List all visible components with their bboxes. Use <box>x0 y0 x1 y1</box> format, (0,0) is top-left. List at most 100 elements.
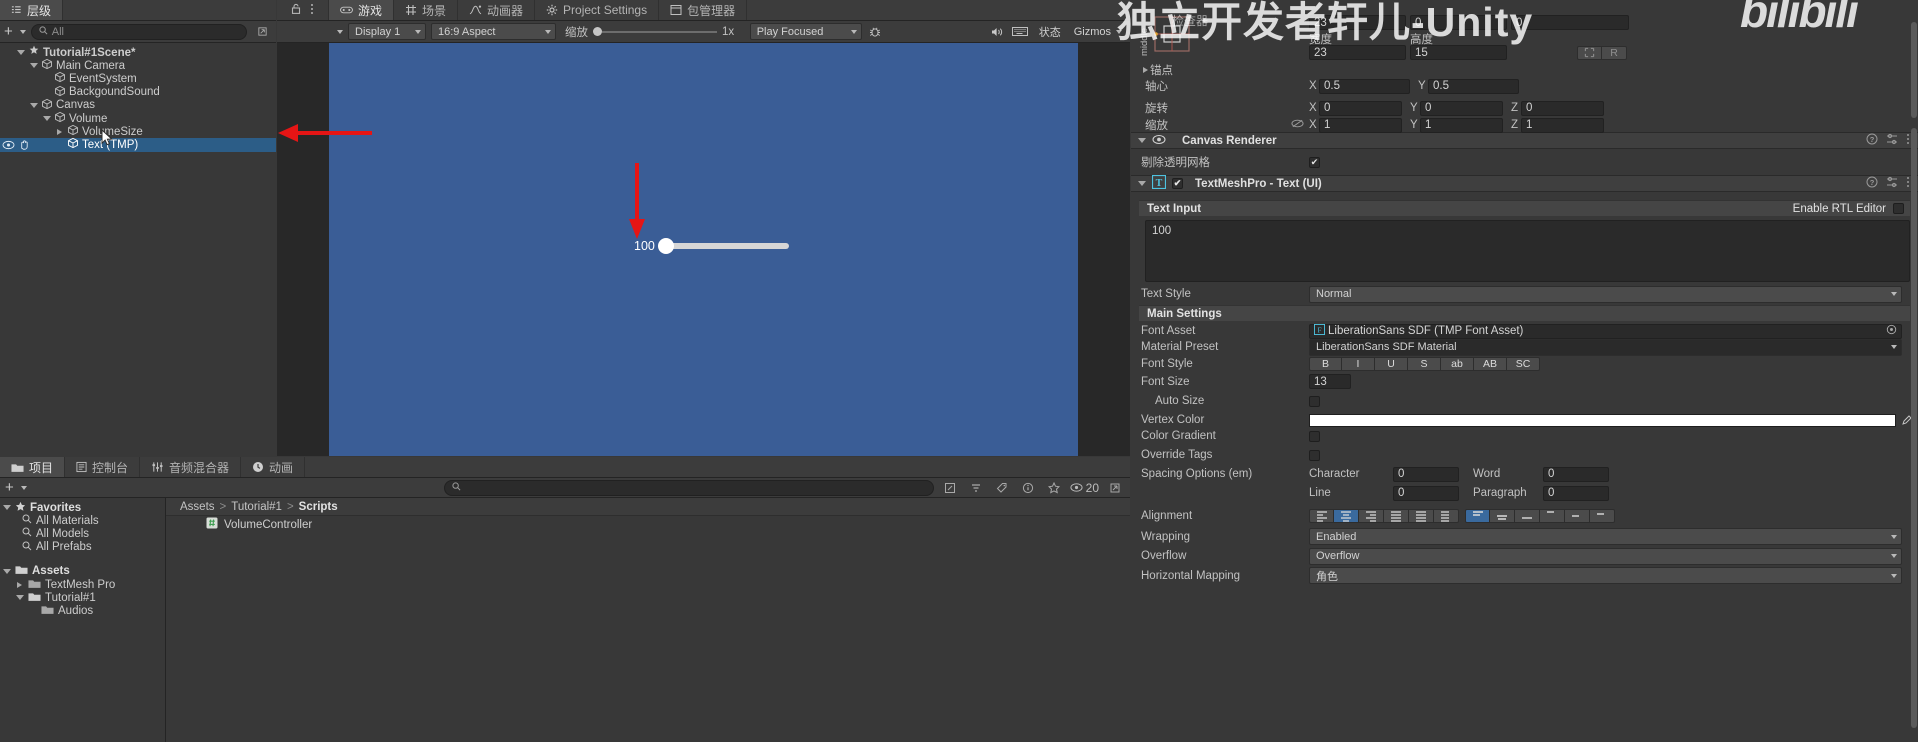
view-menu-icon[interactable] <box>310 3 314 18</box>
asset-folder-textmesh-pro[interactable]: TextMesh Pro <box>0 578 165 591</box>
alignment-h-align-right-button[interactable] <box>1359 509 1384 523</box>
tab--[interactable]: 项目 <box>0 457 66 477</box>
favorite-item-all-models[interactable]: All Models <box>0 527 165 540</box>
object-picker-icon[interactable] <box>1886 324 1897 338</box>
asset-folder-assets[interactable]: Assets <box>0 565 165 578</box>
hierarchy-item-volume[interactable]: Volume <box>0 111 276 125</box>
play-mode-dropdown[interactable]: Play Focused <box>749 23 862 40</box>
raw-edit-button[interactable]: R <box>1602 45 1627 60</box>
pos-z-field[interactable]: 0 <box>1511 15 1629 30</box>
project-overflow-icon[interactable] <box>1105 479 1125 496</box>
hierarchy-item-tutorial-1scene[interactable]: Tutorial#1Scene* <box>0 45 276 59</box>
font-style-s-button[interactable]: S <box>1408 357 1441 371</box>
favorites-header[interactable]: Favorites <box>0 501 165 514</box>
aspect-dropdown[interactable]: 16:9 Aspect <box>431 23 556 40</box>
hierarchy-item-backgoundsound[interactable]: BackgoundSound <box>0 85 276 99</box>
pivot-x-field[interactable]: 0.5 <box>1319 78 1410 94</box>
asset-folder-audios[interactable]: Audios <box>0 604 165 617</box>
scale-x-field[interactable]: 1 <box>1319 117 1402 133</box>
label-filter-icon[interactable] <box>991 479 1012 496</box>
mute-audio-icon[interactable] <box>986 23 1007 40</box>
font-style-b-button[interactable]: B <box>1309 357 1342 371</box>
stats-button[interactable]: 状态 <box>1032 23 1065 40</box>
crumb-2[interactable]: Scripts <box>299 501 338 513</box>
crumb-0[interactable]: Assets <box>180 501 215 513</box>
tab-project-settings[interactable]: Project Settings <box>535 0 660 20</box>
alignment-v-align-midline-button[interactable] <box>1565 509 1590 523</box>
cull-transparent-mesh-checkbox[interactable] <box>1309 156 1320 168</box>
help-icon[interactable]: ? <box>1866 176 1878 191</box>
paragraph-spacing-field[interactable]: 0 <box>1543 485 1609 501</box>
component-menu-icon[interactable] <box>1906 133 1910 148</box>
tab--[interactable]: 动画器 <box>458 0 536 20</box>
hierarchy-search-input[interactable]: All <box>30 23 247 40</box>
material-preset-dropdown[interactable]: LiberationSans SDF Material <box>1309 338 1902 356</box>
component-header-textmeshpro[interactable]: T TextMeshPro - Text (UI) ? <box>1131 174 1918 192</box>
game-render-area[interactable]: 100 <box>329 43 1078 456</box>
word-spacing-field[interactable]: 0 <box>1543 466 1609 482</box>
width-field[interactable]: 23 <box>1309 45 1406 60</box>
hierarchy-item-text-tmp[interactable]: Text (TMP) <box>0 138 276 152</box>
font-style-i-button[interactable]: I <box>1342 357 1375 371</box>
alignment-v-align-ascender-button[interactable] <box>1540 509 1565 523</box>
chevron-right-icon[interactable] <box>55 127 64 136</box>
alignment-h-align-left-button[interactable] <box>1309 509 1334 523</box>
color-gradient-checkbox[interactable] <box>1309 430 1320 442</box>
chevron-down-icon[interactable] <box>29 101 38 110</box>
component-header-canvas-renderer[interactable]: Canvas Renderer ? <box>1131 132 1918 149</box>
alignment-h-align-flush-button[interactable] <box>1409 509 1434 523</box>
chevron-down-icon[interactable] <box>29 61 38 70</box>
gizmos-dropdown[interactable]: Gizmos <box>1067 23 1126 40</box>
project-search-input[interactable] <box>443 479 934 496</box>
volume-slider[interactable] <box>657 238 789 254</box>
font-size-field[interactable]: 13 <box>1309 374 1351 389</box>
preset-icon[interactable] <box>1886 176 1898 191</box>
help-icon[interactable]: ? <box>1866 133 1878 148</box>
vertex-color-swatch[interactable] <box>1309 413 1896 427</box>
hierarchy-overflow-icon[interactable] <box>252 23 272 40</box>
keyboard-icon[interactable] <box>1009 23 1030 40</box>
asset-folder-tutorial#1[interactable]: Tutorial#1 <box>0 591 165 604</box>
info-icon[interactable] <box>1017 479 1038 496</box>
preset-icon[interactable] <box>1886 133 1898 148</box>
alignment-h-align-center-button[interactable] <box>1334 509 1359 523</box>
chevron-down-icon[interactable] <box>1137 179 1146 188</box>
chevron-down-icon[interactable] <box>2 567 11 576</box>
chevron-down-icon[interactable] <box>42 114 51 123</box>
rot-y-field[interactable]: 0 <box>1420 100 1503 116</box>
tab-hierarchy[interactable]: 层级 <box>0 0 64 20</box>
auto-size-checkbox[interactable] <box>1309 395 1320 407</box>
tab--[interactable]: 游戏 <box>329 0 395 20</box>
hierarchy-item-volumesize[interactable]: VolumeSize <box>0 125 276 138</box>
tmp-enabled-checkbox[interactable] <box>1172 178 1183 189</box>
font-style-ab-button[interactable]: ab <box>1441 357 1474 371</box>
hierarchy-item-main-camera[interactable]: Main Camera <box>0 59 276 72</box>
pos-y-field[interactable]: 0 <box>1410 15 1507 30</box>
character-spacing-field[interactable]: 0 <box>1393 466 1459 482</box>
blueprint-mode-button[interactable] <box>1577 45 1602 60</box>
lock-icon[interactable] <box>291 3 301 18</box>
alignment-v-align-top-button[interactable] <box>1465 509 1490 523</box>
tab--[interactable]: 包管理器 <box>659 0 748 20</box>
asset-item-volumecontroller[interactable]: VolumeController <box>166 516 1130 533</box>
rot-x-field[interactable]: 0 <box>1319 100 1402 116</box>
constrain-proportions-icon[interactable] <box>1291 118 1309 132</box>
horizontal-mapping-dropdown[interactable]: 角色 <box>1309 567 1902 584</box>
favorite-star-icon[interactable] <box>1043 479 1064 496</box>
favorite-item-all-prefabs[interactable]: All Prefabs <box>0 541 165 554</box>
display-dropdown[interactable]: Display 1 <box>348 23 426 40</box>
save-search-icon[interactable] <box>939 479 960 496</box>
alignment-v-align-capline-button[interactable] <box>1590 509 1615 523</box>
bug-icon[interactable] <box>864 23 885 40</box>
crumb-1[interactable]: Tutorial#1 <box>231 501 282 513</box>
text-style-dropdown[interactable]: Normal <box>1309 285 1902 303</box>
alignment-v-align-middle-button[interactable] <box>1490 509 1515 523</box>
alignment-v-align-baseline-button[interactable] <box>1515 509 1540 523</box>
view-options-chevron-icon[interactable] <box>337 29 343 34</box>
overflow-dropdown[interactable]: Overflow <box>1309 547 1902 565</box>
hierarchy-item-canvas[interactable]: Canvas <box>0 98 276 112</box>
chevron-right-icon[interactable] <box>15 580 24 589</box>
component-menu-icon[interactable] <box>1906 176 1910 191</box>
text-input-textarea[interactable]: 100 <box>1145 220 1910 282</box>
scale-slider[interactable] <box>593 27 717 36</box>
